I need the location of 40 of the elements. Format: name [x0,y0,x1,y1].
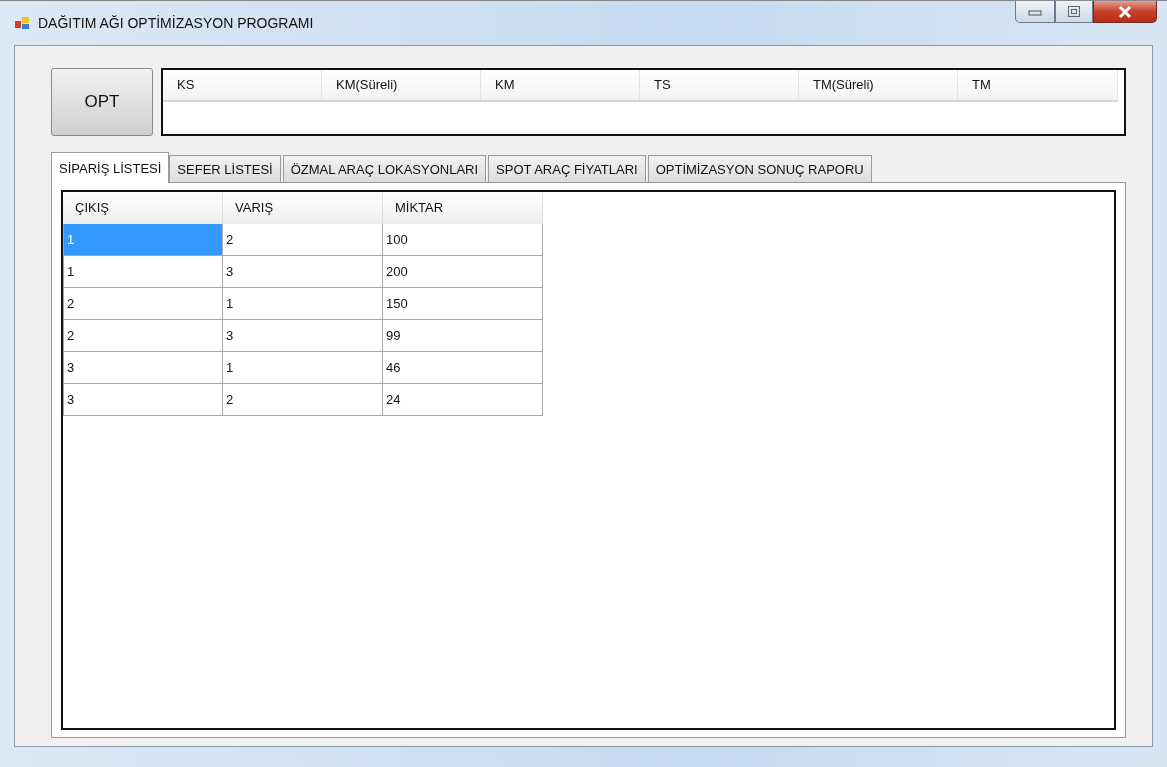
table-cell[interactable]: 200 [383,256,543,288]
table-cell[interactable]: 2 [223,224,383,256]
table-cell[interactable]: 3 [63,384,223,416]
column-header[interactable]: TS [640,70,799,100]
table-cell[interactable]: 46 [383,352,543,384]
table-cell[interactable]: 3 [223,256,383,288]
tab[interactable]: ÖZMAL ARAÇ LOKASYONLARI [282,155,487,182]
column-header[interactable]: VARIŞ [223,192,383,224]
table-cell[interactable]: 150 [383,288,543,320]
tab[interactable]: SEFER LİSTESİ [169,155,281,182]
table-cell[interactable]: 3 [63,352,223,384]
app-icon [14,15,30,31]
table-cell[interactable]: 3 [223,320,383,352]
maximize-icon [1068,6,1080,17]
window-title: DAĞITIM AĞI OPTİMİZASYON PROGRAMI [38,15,314,31]
table-cell[interactable]: 1 [223,352,383,384]
column-header[interactable]: ÇIKIŞ [63,192,223,224]
table-cell[interactable]: 1 [63,256,223,288]
table-cell[interactable]: 99 [383,320,543,352]
column-header[interactable]: TM(Süreli) [799,70,958,100]
table-cell[interactable]: 1 [223,288,383,320]
tab[interactable]: SİPARİŞ LİSTESİ [51,152,170,183]
minimize-button[interactable] [1015,1,1055,23]
tab[interactable]: OPTİMİZASYON SONUÇ RAPORU [647,155,872,182]
maximize-button[interactable] [1055,1,1093,23]
table-cell[interactable]: 2 [63,320,223,352]
close-icon [1118,5,1132,18]
opt-button[interactable]: OPT [51,68,153,136]
column-header[interactable]: KM(Süreli) [322,70,481,100]
table-cell[interactable]: 24 [383,384,543,416]
table-cell[interactable]: 2 [63,288,223,320]
column-header[interactable]: TM [958,70,1118,100]
column-header[interactable]: KM [481,70,640,100]
column-header[interactable]: MİKTAR [383,192,543,224]
close-button[interactable] [1093,1,1157,23]
table-cell[interactable]: 2 [223,384,383,416]
tab[interactable]: SPOT ARAÇ FİYATLARI [488,155,646,182]
table-cell[interactable]: 100 [383,224,543,256]
column-header[interactable]: KS [163,70,322,100]
minimize-icon [1028,7,1042,16]
